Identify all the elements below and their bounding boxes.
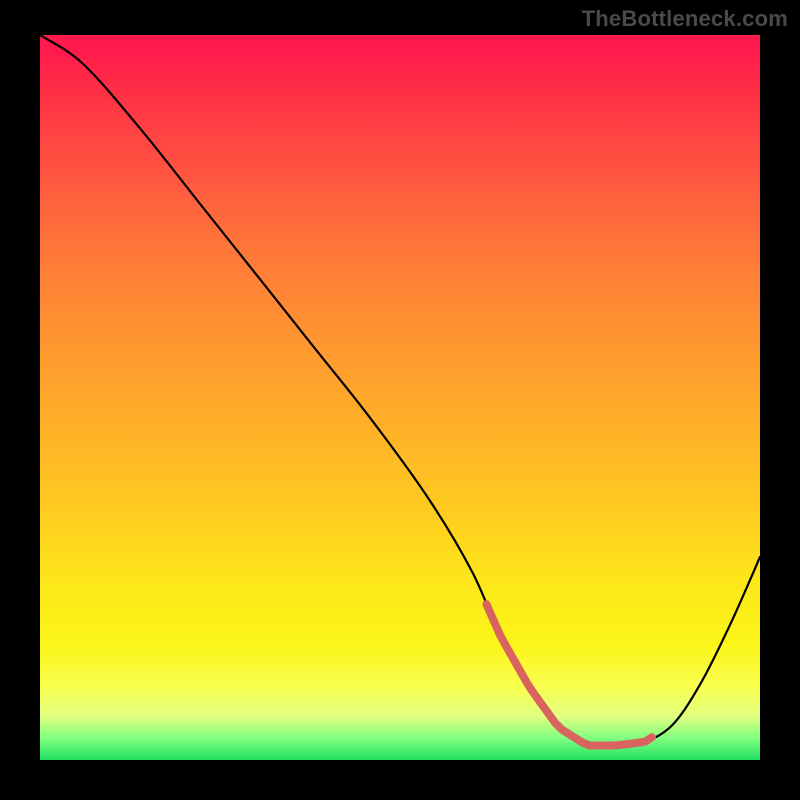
bottleneck-curve xyxy=(40,35,760,747)
plot-area xyxy=(40,35,760,760)
watermark-text: TheBottleneck.com xyxy=(582,6,788,32)
chart-container: TheBottleneck.com xyxy=(0,0,800,800)
flat-region-marker xyxy=(486,604,652,745)
curve-layer xyxy=(40,35,760,760)
